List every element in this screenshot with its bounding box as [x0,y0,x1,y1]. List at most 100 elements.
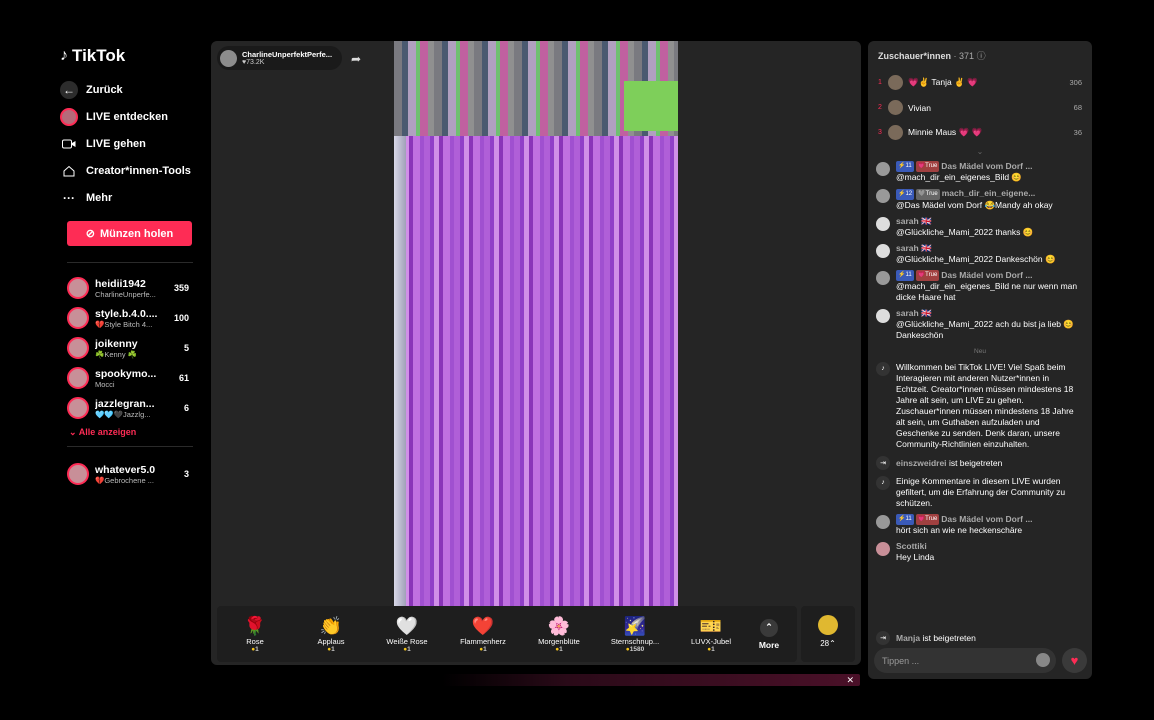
chat-username[interactable]: Das Mädel vom Dorf ... [941,270,1032,280]
live-stream-panel: CharlineUnperfektPerfe... ♥73.2K ➦ 🌹 Ros… [211,41,861,665]
following-sub: ☘️Kenny ☘️ [95,349,138,359]
chat-message: ⚡12 🩶True mach_dir_ein_eigene... @Das Mäde… [868,186,1092,213]
following-item[interactable]: jazzlegran... 🩵🩵🖤Jazzlg... 6 [67,393,193,423]
gift-price: 1 [483,646,487,653]
chat-input[interactable]: Tippen ... [874,648,1056,673]
chevron-up-icon: ⌃ [760,618,778,637]
gift-item[interactable]: 🎫 LUVX-Jubel ●1 [673,615,749,653]
coin-balance: 28 [820,639,830,648]
show-all-link[interactable]: ⌄ Alle anzeigen [69,427,200,438]
chat-input-placeholder: Tippen ... [882,655,920,666]
join-text: ist beigetreten [922,633,976,643]
chat-username[interactable]: sarah 🇬🇧 [896,308,932,318]
fan-badge: 🩶True [916,188,940,200]
nav-more-label: Mehr [86,191,113,204]
close-icon[interactable]: ✕ [846,675,854,686]
gift-item[interactable]: 🌠 Sternschnup... ●1580 [597,615,673,653]
viewer-count: 61 [178,373,189,383]
chat-text: @Glückliche_Mami_2022 Dankeschön 😊 [896,253,1056,264]
chat-message: ⚡11 💗True Das Mädel vom Dorf ... @mach_dir… [868,268,1092,306]
gift-name: Applaus [317,637,345,646]
chat-username[interactable]: Scottiki [896,541,927,551]
gift-price: 1 [331,646,335,653]
following-item[interactable]: whatever5.0 💔Gebrochene ... 3 [67,459,193,489]
nav-back-label: Zurück [86,83,123,96]
sidebar-nav: ← Zurück LIVE entdecken LIVE gehen Creat… [60,76,200,211]
avatar [67,463,89,485]
share-icon[interactable]: ➦ [351,52,361,66]
get-coins-label: Münzen holen [99,227,174,240]
following-item[interactable]: heidii1942 CharlineUnperfe... 359 [67,273,193,303]
coin-balance-button[interactable]: 28⌃ [801,606,855,662]
chat-text: Hey Linda [896,552,935,562]
chat-username[interactable]: sarah 🇬🇧 [896,243,932,253]
avatar [876,189,890,204]
chat-message: sarah 🇬🇧 @Glückliche_Mami_2022 Dankeschö… [868,241,1092,268]
chat-username[interactable]: Das Mädel vom Dorf ... [941,514,1032,524]
avatar [876,162,890,176]
viewer-count: 359 [173,283,189,293]
chat-username[interactable]: sarah 🇬🇧 [896,216,932,226]
chat-message: Scottiki Hey Linda [868,539,1092,566]
chat-message: ⚡11 💗True Das Mädel vom Dorf ... @mach_dir… [868,159,1092,186]
nav-more[interactable]: ··· Mehr [60,184,200,211]
nav-go-live[interactable]: LIVE gehen [60,130,200,157]
gift-name: LUVX-Jubel [690,637,732,646]
live-video[interactable] [394,41,678,606]
following-item[interactable]: spookymo... Mocci 61 [67,363,193,393]
chat-message: sarah 🇬🇧 @Glückliche_Mami_2022 thanks 😊 [868,214,1092,241]
like-heart-button[interactable]: ♥ [1062,648,1087,673]
tiktok-note-icon: ♪ [876,475,890,490]
gift-price: 1 [559,646,563,653]
gift-item[interactable]: ❤️ Flammenherz ●1 [445,615,521,653]
chat-text: @Glückliche_Mami_2022 thanks 😊 [896,226,1034,237]
host-info[interactable]: CharlineUnperfektPerfe... ♥73.2K [217,46,342,70]
gift-item[interactable]: 🌹 Rose ●1 [217,615,293,653]
chevron-down-icon[interactable]: ⌄ [868,145,1092,159]
following-sub: 🩵🩵🖤Jazzlg... [95,409,151,419]
gift-bar: 🌹 Rose ●1 👏 Applaus ●1 🤍 Weiße Rose ●1 ❤… [217,606,797,662]
nav-live-discover[interactable]: LIVE entdecken [60,103,200,130]
avatar [67,397,89,419]
chat-username[interactable]: Das Mädel vom Dorf ... [941,161,1032,171]
top-viewer[interactable]: 3 Minnie Maus 💗 💗 36 [868,120,1092,145]
following-sub: CharlineUnperfe... [95,289,156,299]
level-badge: ⚡11 [896,269,914,281]
get-coins-button[interactable]: ⊘ Münzen holen [67,221,192,246]
info-icon[interactable]: ⓘ [977,51,986,61]
gift-name: Rose [246,637,264,646]
nav-live-discover-label: LIVE entdecken [86,110,168,123]
host-avatar [220,49,237,67]
following-sub: 💔Style Bitch 4... [95,319,153,329]
following-item[interactable]: joikenny ☘️Kenny ☘️ 5 [67,333,193,363]
white-rose-icon: 🤍 [395,616,419,636]
gift-item[interactable]: 👏 Applaus ●1 [293,615,369,653]
shooting-star-icon: 🌠 [623,616,647,636]
top-viewer[interactable]: 1 💗✌️ Tanja ✌️ 💗 306 [868,70,1092,95]
video-camera-icon [60,135,78,153]
level-badge: ⚡12 [896,188,915,200]
viewer-count: 3 [183,469,189,479]
tiktok-logo[interactable]: ♪ TikTok [60,40,200,72]
viewers-header[interactable]: Zuschauer*innen · 371 ⓘ [868,41,1092,70]
gift-item[interactable]: 🌸 Morgenblüte ●1 [521,615,597,653]
filter-notice: ♪ Einige Kommentare in diesem LIVE wurde… [868,473,1092,512]
gift-item[interactable]: 🤍 Weiße Rose ●1 [369,615,445,653]
tiktok-note-icon: ♪ [60,47,68,64]
top-viewer[interactable]: 2 Vivian 68 [868,95,1092,120]
nav-creator-tools[interactable]: Creator*innen-Tools [60,157,200,184]
live-avatar-icon [60,107,78,126]
viewer-count: 5 [183,343,189,353]
more-gifts-button[interactable]: ⌃ More [749,618,789,650]
host-likes: ♥73.2K [242,59,265,66]
logo-text: TikTok [72,46,126,65]
chat-username[interactable]: mach_dir_ein_eigene... [942,188,1036,198]
join-icon: ⇥ [876,455,890,470]
gift-name: Flammenherz [460,637,506,646]
emoji-icon[interactable] [1036,653,1050,667]
join-username[interactable]: Manja [896,633,920,643]
avatar [888,125,903,140]
nav-back[interactable]: ← Zurück [60,76,200,103]
join-username[interactable]: einszweidrei [896,458,947,468]
following-item[interactable]: style.b.4.0.... 💔Style Bitch 4... 100 [67,303,193,333]
